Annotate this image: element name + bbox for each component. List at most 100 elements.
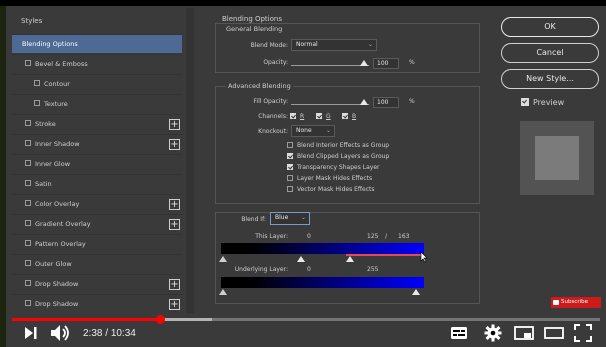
underlying-layer-gradient[interactable]	[221, 277, 424, 288]
advanced-option-label: Layer Mask Hides Effects	[297, 175, 373, 182]
checkbox-icon[interactable]	[25, 120, 31, 126]
add-effect-icon[interactable]: +	[169, 139, 180, 150]
fill-opacity-input[interactable]: 100	[373, 97, 399, 108]
checkbox-icon	[287, 152, 293, 159]
theater-mode-icon[interactable]	[544, 325, 564, 347]
checkbox-icon	[287, 174, 293, 181]
blend-if-label: Blend If:	[241, 216, 266, 223]
style-item[interactable]: Pattern Overlay	[12, 234, 182, 253]
checkbox-icon[interactable]	[25, 260, 31, 266]
time-total: 10:34	[110, 328, 136, 339]
style-item-label: Drop Shadow	[35, 300, 79, 308]
this-layer-range-indicator	[346, 254, 424, 256]
checkbox-icon[interactable]	[25, 220, 31, 226]
add-effect-icon[interactable]: +	[169, 279, 180, 290]
channel-g-checkbox[interactable]: G	[316, 112, 331, 120]
add-effect-icon[interactable]: +	[169, 119, 180, 130]
video-progress-bar[interactable]	[12, 318, 600, 321]
style-item[interactable]: Texture	[12, 94, 182, 113]
style-item[interactable]: Inner Shadow +	[12, 134, 182, 153]
this-layer-black-handle[interactable]	[219, 256, 227, 262]
style-item-label: Bevel & Emboss	[35, 60, 88, 68]
ok-button[interactable]: OK	[501, 17, 599, 37]
style-item[interactable]: Gradient Overlay +	[12, 214, 182, 233]
time-separator: /	[102, 328, 111, 339]
checkbox-icon	[342, 112, 348, 119]
style-item[interactable]: Bevel & Emboss	[12, 54, 182, 73]
advanced-option-checkbox[interactable]: Transparency Shapes Layer	[287, 163, 380, 171]
cancel-button[interactable]: Cancel	[501, 43, 599, 63]
checkbox-icon[interactable]	[25, 140, 31, 146]
fill-opacity-slider-track[interactable]	[291, 104, 369, 105]
time-current: 2:38	[83, 328, 103, 339]
this-layer-split-b: 163	[398, 233, 410, 240]
blend-if-value: Blue	[275, 214, 289, 221]
this-layer-gradient[interactable]	[221, 243, 424, 254]
checkbox-icon[interactable]	[25, 180, 31, 186]
this-layer-split-handle-right[interactable]	[346, 256, 354, 262]
style-item[interactable]: Drop Shadow +	[12, 294, 182, 313]
miniplayer-icon[interactable]	[514, 325, 534, 347]
add-effect-icon[interactable]: +	[169, 199, 180, 210]
checkbox-icon[interactable]	[34, 80, 40, 86]
style-item[interactable]: Drop Shadow +	[12, 274, 182, 293]
underlying-layer-white-handle[interactable]	[412, 289, 420, 295]
underlying-layer-black-handle[interactable]	[219, 289, 227, 295]
style-item[interactable]: Blending Options	[12, 34, 182, 53]
next-video-icon[interactable]	[24, 326, 38, 347]
advanced-option-checkbox[interactable]: Blend Interior Effects as Group	[287, 141, 389, 149]
channel-b-checkbox[interactable]: B	[342, 112, 357, 120]
checkbox-icon[interactable]	[25, 60, 31, 66]
blend-if-select[interactable]: Blue ⌄	[270, 212, 310, 225]
checkbox-icon[interactable]	[25, 200, 31, 206]
mouse-cursor-icon	[420, 251, 428, 263]
subscribe-button[interactable]: Subscribe	[551, 297, 601, 308]
volume-icon[interactable]	[50, 324, 72, 346]
channel-r-checkbox[interactable]: R	[290, 112, 304, 120]
styles-scrollbar[interactable]	[186, 8, 194, 313]
fill-opacity-label: Fill Opacity:	[253, 98, 288, 105]
style-item-label: Inner Glow	[35, 160, 71, 168]
chevron-down-icon: ⌄	[300, 214, 306, 221]
this-layer-label: This Layer:	[255, 233, 288, 240]
style-item[interactable]: Stroke +	[12, 114, 182, 133]
opacity-slider-handle[interactable]	[360, 60, 368, 66]
styles-header[interactable]: Styles	[12, 8, 182, 34]
this-layer-split-a: 125	[367, 233, 379, 240]
advanced-option-checkbox[interactable]: Vector Mask Hides Effects	[287, 185, 375, 193]
checkbox-icon[interactable]	[34, 100, 40, 106]
video-scrubber[interactable]	[155, 315, 165, 324]
style-item-label: Pattern Overlay	[35, 240, 86, 248]
channel-b-label: B	[352, 113, 357, 120]
this-layer-split-handle-left[interactable]	[297, 256, 305, 262]
opacity-input[interactable]: 100	[373, 58, 399, 69]
advanced-option-label: Transparency Shapes Layer	[297, 164, 380, 171]
checkbox-icon[interactable]	[25, 280, 31, 286]
style-item[interactable]: Satin	[12, 174, 182, 193]
opacity-label: Opacity:	[263, 59, 288, 66]
advanced-option-checkbox[interactable]: Layer Mask Hides Effects	[287, 174, 373, 182]
subtitles-icon[interactable]	[450, 325, 468, 347]
style-item-label: Stroke	[35, 120, 56, 128]
add-effect-icon[interactable]: +	[169, 219, 180, 230]
new-style-button[interactable]: New Style...	[501, 69, 599, 89]
channels-label: Channels:	[258, 113, 288, 120]
advanced-option-checkbox[interactable]: Blend Clipped Layers as Group	[287, 152, 389, 160]
checkbox-icon[interactable]	[25, 300, 31, 306]
style-item[interactable]: Inner Glow	[12, 154, 182, 173]
style-item[interactable]: Outer Glow	[12, 254, 182, 273]
fullscreen-icon[interactable]	[574, 324, 592, 346]
chevron-down-icon: ⌄	[325, 127, 331, 134]
style-item[interactable]: Contour	[12, 74, 182, 93]
checkbox-icon[interactable]	[25, 240, 31, 246]
preview-checkbox[interactable]: Preview	[521, 97, 564, 107]
add-effect-icon[interactable]: +	[169, 299, 180, 310]
fill-opacity-slider-handle[interactable]	[360, 99, 368, 105]
advanced-option-label: Vector Mask Hides Effects	[297, 186, 375, 193]
blend-mode-select[interactable]: Normal ⌄	[291, 39, 377, 51]
style-item[interactable]: Color Overlay +	[12, 194, 182, 213]
opacity-slider-track[interactable]	[291, 65, 369, 66]
checkbox-icon[interactable]	[25, 160, 31, 166]
knockout-select[interactable]: None ⌄	[291, 125, 335, 137]
settings-gear-icon[interactable]	[484, 324, 502, 346]
